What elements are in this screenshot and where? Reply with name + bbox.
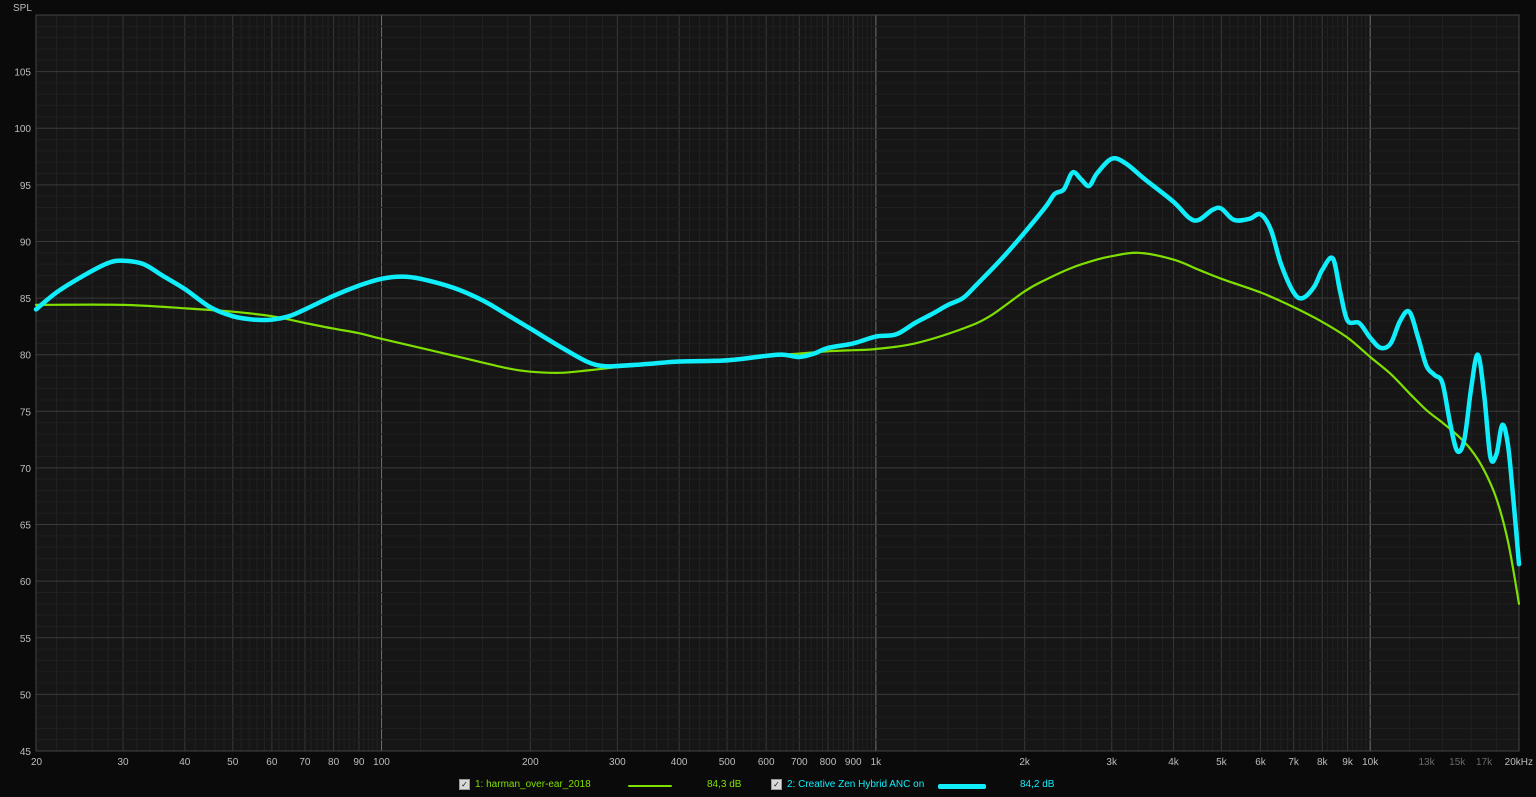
x-tick-label: 80 [328,757,340,768]
y-tick-label: 100 [14,124,31,135]
x-tick-label: 700 [791,757,808,768]
x-tick-label: 4k [1168,757,1180,768]
x-tick-label: 7k [1288,757,1300,768]
x-tick-label: 70 [299,757,311,768]
x-tick-label: 600 [758,757,775,768]
legend-item-2[interactable]: ✓ 2: Creative Zen Hybrid ANC on [771,779,924,790]
legend-level-2: 84,2 dB [1020,779,1055,790]
x-tick-label: 15k [1449,757,1466,768]
x-tick-label: 9k [1342,757,1354,768]
y-axis-label: SPL [13,3,32,14]
legend-item-1[interactable]: ✓ 1: harman_over-ear_2018 [459,779,591,790]
x-tick-label: 1k [871,757,883,768]
x-tick-label: 500 [719,757,736,768]
checkbox-series-1[interactable]: ✓ [459,779,470,790]
y-tick-label: 50 [20,690,32,701]
y-tick-label: 95 [20,181,32,192]
legend-label-2: 2: Creative Zen Hybrid ANC on [787,779,925,790]
x-tick-label: 17k [1476,757,1493,768]
y-tick-label: 90 [20,237,32,248]
x-tick-label: 20kHz [1505,757,1533,768]
x-tick-label: 50 [227,757,239,768]
x-tick-label: 2k [1019,757,1031,768]
x-tick-label: 40 [179,757,191,768]
y-tick-label: 85 [20,294,32,305]
y-tick-label: 60 [20,577,32,588]
x-tick-label: 3k [1106,757,1118,768]
x-tick-label: 300 [609,757,626,768]
x-tick-label: 13k [1418,757,1435,768]
legend: ✓ 1: harman_over-ear_2018 84,3 dB ✓ 2: C… [0,776,1536,796]
x-tick-label: 200 [522,757,539,768]
legend-level-1: 84,3 dB [707,779,742,790]
y-tick-label: 55 [20,634,32,645]
x-tick-label: 6k [1255,757,1267,768]
x-tick-label: 90 [353,757,365,768]
y-tick-label: 65 [20,521,32,532]
x-tick-label: 8k [1317,757,1329,768]
y-tick-label: 105 [14,68,31,79]
frequency-response-chart: 45 50 55 60 65 70 75 80 85 90 95 100 105 20 30 40 50 60 7… [0,0,1536,776]
x-tick-label: 400 [671,757,688,768]
x-tick-label: 10k [1362,757,1379,768]
x-tick-label: 20 [31,757,43,768]
legend-swatch-1 [628,785,672,787]
x-tick-label: 5k [1216,757,1228,768]
y-tick-label: 70 [20,464,32,475]
x-tick-label: 60 [266,757,278,768]
y-tick-label: 45 [20,747,32,758]
legend-swatch-2 [938,784,986,789]
legend-label-1: 1: harman_over-ear_2018 [475,779,591,790]
y-tick-label: 80 [20,351,32,362]
x-tick-label: 100 [373,757,390,768]
plot-area [36,15,1519,751]
checkbox-series-2[interactable]: ✓ [771,779,782,790]
x-tick-label: 30 [117,757,129,768]
y-tick-label: 75 [20,407,32,418]
x-tick-label: 900 [845,757,862,768]
x-tick-label: 800 [820,757,837,768]
